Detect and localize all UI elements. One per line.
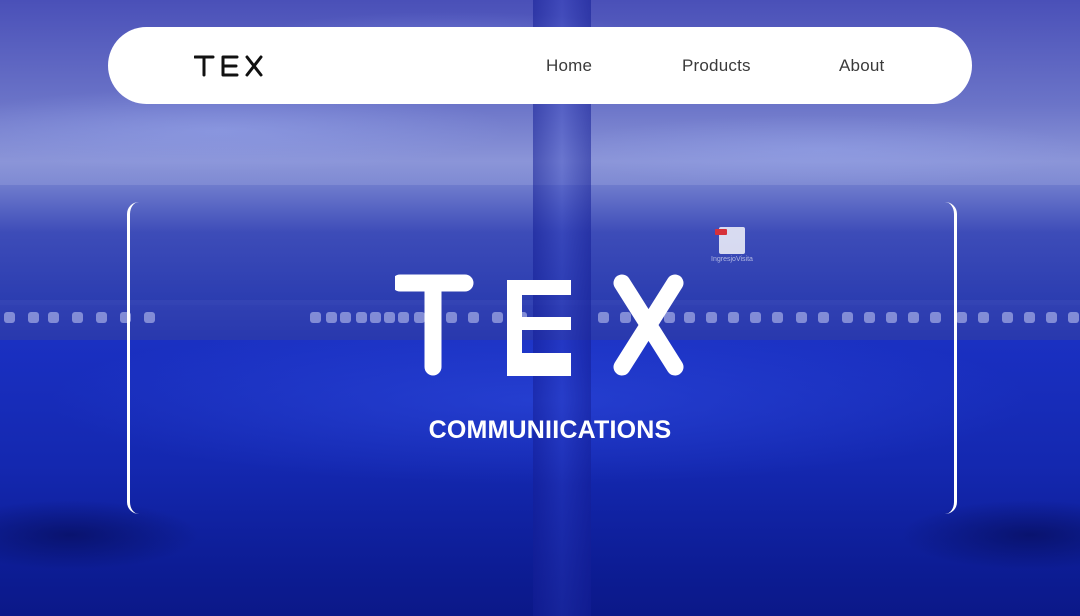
hero-subtitle: COMMUNIICATIONS [428, 416, 672, 444]
taskbar-dot [1046, 312, 1057, 323]
hero-logo [395, 274, 684, 376]
nav-logo[interactable] [194, 54, 264, 78]
taskbar-dot [96, 312, 107, 323]
nav-link-about[interactable]: About [839, 56, 884, 76]
taskbar-dot [956, 312, 967, 323]
taskbar-dot [1024, 312, 1035, 323]
taskbar-dot [4, 312, 15, 323]
taskbar-dot [1068, 312, 1079, 323]
taskbar-dot [1002, 312, 1013, 323]
taskbar-dot [48, 312, 59, 323]
taskbar-dot [28, 312, 39, 323]
taskbar-dot [72, 312, 83, 323]
nav-link-home[interactable]: Home [546, 56, 592, 76]
taskbar-dot [978, 312, 989, 323]
nav-link-products[interactable]: Products [682, 56, 751, 76]
